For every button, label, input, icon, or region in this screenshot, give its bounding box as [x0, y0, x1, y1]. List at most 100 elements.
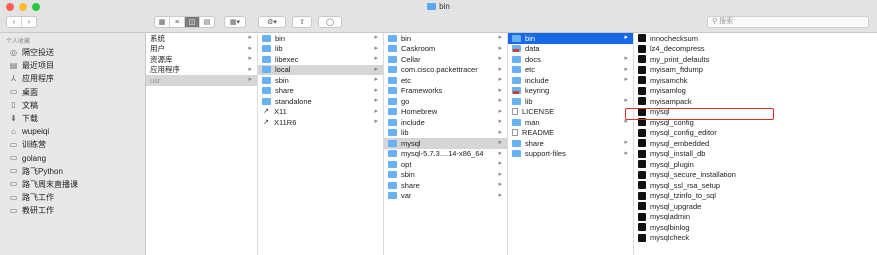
chevron-right-icon: ▸: [498, 128, 502, 136]
sidebar-item[interactable]: ◎ 隔空投送: [0, 46, 145, 59]
file-row[interactable]: keyring: [508, 86, 633, 97]
file-row[interactable]: lib ▸: [258, 44, 383, 55]
file-row[interactable]: mysqlbinlog: [634, 222, 877, 233]
file-row[interactable]: mysql-5.7.3....14-x86_64 ▸: [384, 149, 507, 160]
sidebar-item[interactable]: ▭ 路飞工作: [0, 191, 145, 204]
file-row[interactable]: standalone ▸: [258, 96, 383, 107]
sidebar-item[interactable]: ▯ 文稿: [0, 99, 145, 112]
file-row[interactable]: Cellar ▸: [384, 54, 507, 65]
file-row[interactable]: lib ▸: [508, 96, 633, 107]
sidebar-item[interactable]: ▭ golang: [0, 152, 145, 165]
file-row[interactable]: include ▸: [508, 75, 633, 86]
sidebar-item[interactable]: ▭ 路飞周末直播课: [0, 178, 145, 191]
file-row[interactable]: etc ▸: [384, 75, 507, 86]
column-view-icon[interactable]: ◫: [185, 17, 200, 27]
chevron-right-icon: ▸: [498, 139, 502, 146]
file-row[interactable]: mysql_upgrade: [634, 201, 877, 212]
file-row[interactable]: share ▸: [258, 86, 383, 97]
title-bar: bin: [0, 0, 877, 14]
file-row[interactable]: mysql_config_editor: [634, 128, 877, 139]
file-row[interactable]: bin ▸: [258, 33, 383, 44]
file-name: mysql_secure_installation: [650, 170, 736, 180]
file-name: 资源库: [150, 54, 173, 64]
file-row[interactable]: local ▸: [258, 64, 383, 75]
file-row[interactable]: 资源库 ▸: [146, 54, 257, 65]
sidebar-item[interactable]: ▭ 训练营: [0, 138, 145, 151]
file-row[interactable]: 系统 ▸: [146, 33, 257, 44]
file-row[interactable]: ↗ X11R6 ▸: [258, 117, 383, 128]
file-row[interactable]: support-files ▸: [508, 149, 633, 160]
file-name: mysql_install_db: [650, 149, 706, 159]
file-row[interactable]: mysql_ssl_rsa_setup: [634, 180, 877, 191]
file-row[interactable]: Homebrew ▸: [384, 107, 507, 118]
folder-icon: [388, 66, 397, 74]
sidebar-item[interactable]: ▭ 桌面: [0, 86, 145, 99]
file-name: myisamchk: [650, 75, 688, 85]
file-row[interactable]: sbin ▸: [384, 170, 507, 181]
gallery-view-icon[interactable]: ▤: [200, 17, 214, 27]
file-row[interactable]: LICENSE: [508, 107, 633, 118]
sidebar-item[interactable]: ▭ 教研工作: [0, 204, 145, 217]
file-row[interactable]: mysql ▸: [384, 138, 507, 149]
file-row[interactable]: opt ▸: [384, 159, 507, 170]
group-button[interactable]: ▦▾: [224, 16, 246, 28]
sidebar-item[interactable]: ▤ 最近项目: [0, 59, 145, 72]
file-row[interactable]: 用户 ▸: [146, 44, 257, 55]
sidebar-item[interactable]: ▭ 路飞Python: [0, 165, 145, 178]
share-button[interactable]: ⇧: [292, 16, 312, 28]
file-name: usr: [150, 75, 161, 85]
file-row[interactable]: README: [508, 128, 633, 139]
chevron-right-icon: ▸: [498, 34, 502, 41]
file-row[interactable]: include ▸: [384, 117, 507, 128]
chevron-right-icon: ▸: [248, 65, 252, 73]
file-row[interactable]: mysql_secure_installation: [634, 170, 877, 181]
group-icon: ▦▾: [229, 19, 241, 26]
file-row[interactable]: var ▸: [384, 191, 507, 202]
file-row[interactable]: Frameworks ▸: [384, 86, 507, 97]
file-row[interactable]: ↗ X11 ▸: [258, 107, 383, 118]
file-row[interactable]: bin ▸: [384, 33, 507, 44]
folder-icon: ▭: [9, 192, 18, 202]
file-row[interactable]: share ▸: [384, 180, 507, 191]
file-row[interactable]: docs ▸: [508, 54, 633, 65]
icon-view-icon[interactable]: ▦: [155, 17, 170, 27]
file-row[interactable]: myisamlog: [634, 86, 877, 97]
file-row[interactable]: share ▸: [508, 138, 633, 149]
sidebar-item[interactable]: ⅄ 应用程序: [0, 72, 145, 85]
search-input[interactable]: ⚲ 搜索: [707, 16, 869, 28]
file-row[interactable]: lz4_decompress: [634, 44, 877, 55]
file-row[interactable]: usr ▸: [146, 75, 257, 86]
file-name: mysqlbinlog: [650, 222, 690, 232]
chevron-left-icon[interactable]: ‹: [7, 17, 22, 27]
sidebar-item[interactable]: ⬇ 下载: [0, 112, 145, 125]
file-row[interactable]: sbin ▸: [258, 75, 383, 86]
file-row[interactable]: data: [508, 44, 633, 55]
file-row[interactable]: mysql_plugin: [634, 159, 877, 170]
list-view-icon[interactable]: ≡: [170, 17, 185, 27]
file-row[interactable]: lib ▸: [384, 128, 507, 139]
file-row[interactable]: mysql_tzinfo_to_sql: [634, 191, 877, 202]
file-row[interactable]: libexec ▸: [258, 54, 383, 65]
tag-button[interactable]: ◯: [318, 16, 342, 28]
file-row[interactable]: my_print_defaults: [634, 54, 877, 65]
file-row[interactable]: myisamchk: [634, 75, 877, 86]
file-row[interactable]: mysqlcheck: [634, 233, 877, 244]
file-row[interactable]: man ▸: [508, 117, 633, 128]
file-row[interactable]: bin ▸: [508, 33, 633, 44]
file-row[interactable]: mysql_embedded: [634, 138, 877, 149]
file-row[interactable]: myisampack: [634, 96, 877, 107]
file-row[interactable]: innochecksum: [634, 33, 877, 44]
file-row[interactable]: com.cisco.packettracer ▸: [384, 65, 507, 76]
file-row[interactable]: mysql_install_db: [634, 149, 877, 160]
action-button[interactable]: ⚙▾: [258, 16, 286, 28]
file-row[interactable]: 应用程序 ▸: [146, 65, 257, 76]
file-row[interactable]: mysqladmin: [634, 212, 877, 223]
folder-icon: [388, 192, 397, 200]
folder-icon: ▭: [9, 139, 18, 149]
sidebar-item[interactable]: ⌂ wupeiqi: [0, 125, 145, 138]
file-row[interactable]: myisam_ftdump: [634, 65, 877, 76]
file-row[interactable]: go ▸: [384, 96, 507, 107]
file-row[interactable]: etc ▸: [508, 65, 633, 76]
file-row[interactable]: Caskroom ▸: [384, 44, 507, 55]
chevron-right-icon[interactable]: ›: [22, 17, 36, 27]
